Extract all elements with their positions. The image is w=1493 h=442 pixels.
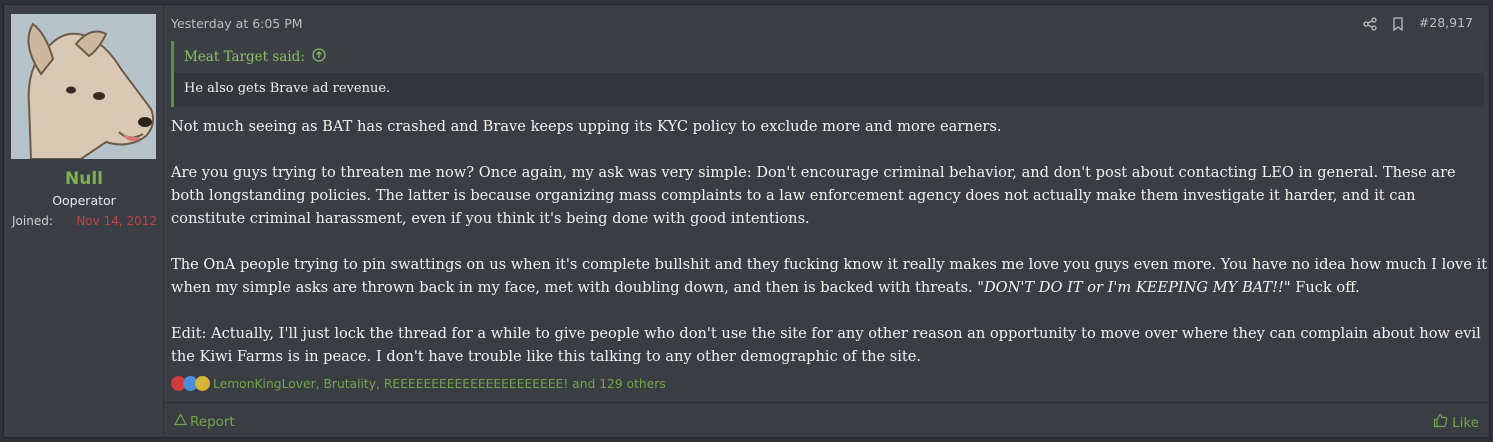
message-paragraph: Not much seeing as BAT has crashed and B… [171, 118, 1002, 135]
user-title: Ooperator [52, 193, 116, 208]
quote-text: He also gets Brave ad revenue. [184, 81, 391, 96]
joined-date: Nov 14, 2012 [76, 214, 157, 228]
reactions-bar: LemonKingLover, Brutality, REEEEEEEEEEEE… [171, 376, 666, 391]
message-paragraph: Are you guys trying to threaten me now? … [171, 164, 1456, 227]
message-italic-text: DON'T DO IT or I'm KEEPING MY BAT!! [983, 279, 1284, 296]
post-main: Yesterday at 6:05 PM #28,917 Meat Target… [164, 5, 1489, 437]
message-paragraph: The OnA people trying to pin swattings o… [171, 253, 1489, 299]
post-tools: #28,917 [1363, 15, 1473, 31]
avatar[interactable] [11, 14, 156, 159]
message-body: Not much seeing as BAT has crashed and B… [171, 115, 1489, 368]
quote-block: Meat Target said: He also gets Brave ad … [171, 41, 1484, 107]
reactions-list[interactable]: LemonKingLover, Brutality, REEEEEEEEEEEE… [213, 377, 666, 391]
post-number[interactable]: #28,917 [1419, 15, 1473, 30]
quote-header: Meat Target said: [174, 41, 1484, 73]
winner-reaction-icon [195, 376, 210, 391]
user-info-panel: Null Ooperator Joined: Nov 14, 2012 [4, 5, 164, 437]
thumbs-up-icon [1433, 413, 1448, 432]
quote-jump-icon[interactable] [312, 48, 326, 66]
report-label: Report [190, 413, 235, 430]
message-text: " Fuck off. [1283, 279, 1360, 296]
joined-label: Joined: [12, 214, 53, 228]
warning-icon [173, 413, 188, 430]
username[interactable]: Null [4, 169, 164, 189]
post-footer: Report Like [164, 402, 1489, 438]
quote-author[interactable]: Meat Target said: [184, 49, 305, 65]
bookmark-icon[interactable] [1391, 16, 1405, 31]
report-button[interactable]: Report [173, 413, 235, 430]
forum-post: Null Ooperator Joined: Nov 14, 2012 Yest… [3, 4, 1490, 438]
message-paragraph: Edit: Actually, I'll just lock the threa… [171, 325, 1481, 365]
share-icon[interactable] [1363, 16, 1377, 31]
like-button[interactable]: Like [1433, 413, 1479, 432]
like-label: Like [1452, 414, 1479, 431]
reaction-icons [171, 376, 210, 391]
post-date[interactable]: Yesterday at 6:05 PM [171, 16, 303, 31]
